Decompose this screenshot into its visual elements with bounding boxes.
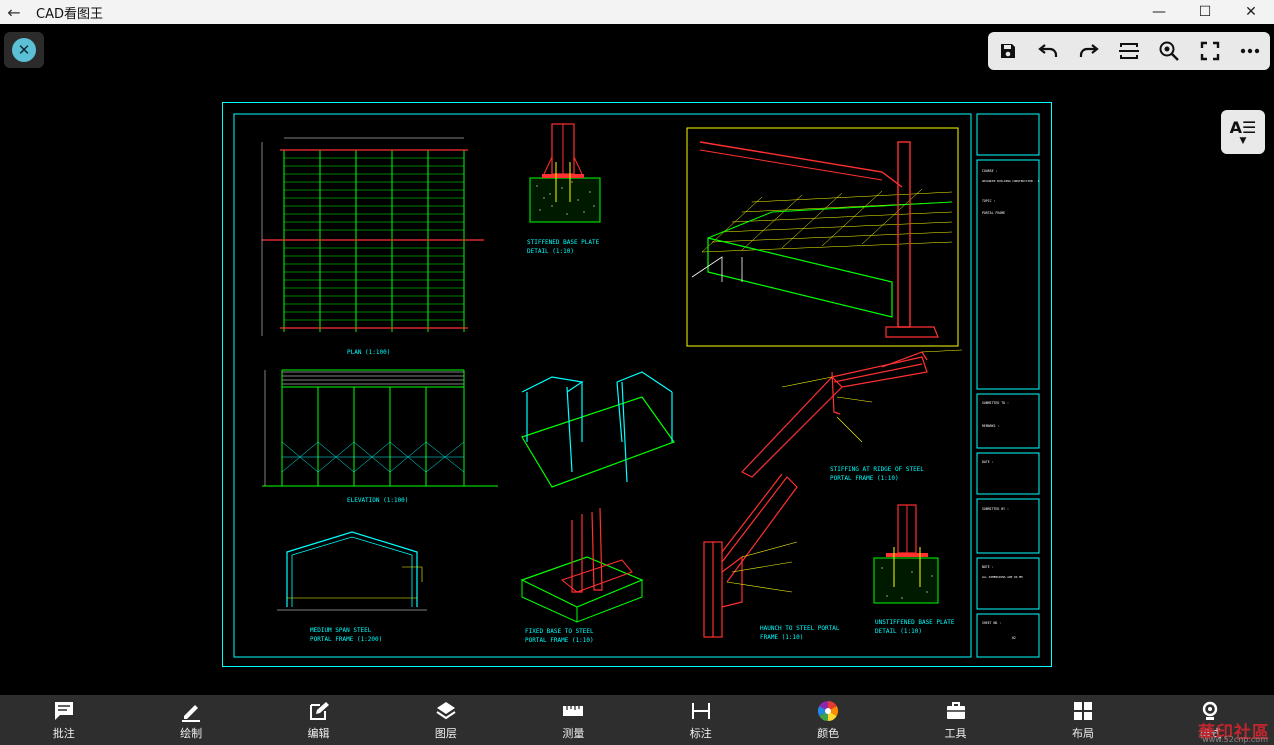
topic-value: PORTAL FRAME [982, 211, 1005, 215]
note-label: NOTE : [982, 565, 994, 569]
watermark: 華印社區 www.52cnp.com [1198, 718, 1270, 744]
ruler-icon [563, 705, 584, 716]
maximize-icon[interactable]: ☐ [1182, 0, 1228, 24]
draw-button[interactable]: 绘制 [127, 695, 254, 745]
stiffened-base-detail [529, 123, 601, 223]
back-arrow-icon[interactable]: ← [0, 3, 28, 22]
fullscreen-icon[interactable] [1195, 36, 1225, 66]
title-bar: ← CAD看图王 — ☐ ✕ [0, 0, 1274, 24]
topic-label: TOPIC : [982, 199, 996, 203]
save-icon[interactable] [993, 36, 1023, 66]
course-value: ADVANCED BUILDING CONSTRUCTION - I [982, 179, 1040, 183]
sheet-no-label: SHEET NO : [982, 621, 1001, 625]
measure-button[interactable]: 测量 [510, 695, 637, 745]
unstiffened-base-detail [873, 504, 939, 604]
sheet-no-value: 02 [1012, 636, 1016, 640]
dimension-button[interactable]: 标注 [637, 695, 764, 745]
edit-button[interactable]: 编辑 [255, 695, 382, 745]
layout-button[interactable]: 布局 [1019, 695, 1146, 745]
color-button[interactable]: 颜色 [764, 695, 891, 745]
annotate-button[interactable]: 批注 [0, 695, 127, 745]
plan-title: PLAN (1:100) [347, 349, 390, 356]
tools-label: 工具 [944, 726, 967, 740]
stiffened-base-title: STIFFENED BASE PLATE [527, 239, 600, 246]
layers-icon [436, 701, 456, 719]
measure-label: 测量 [562, 726, 585, 740]
color-label: 颜色 [817, 726, 840, 740]
note-value: ALL DIMENSIONS ARE IN MM [982, 575, 1023, 579]
watermark-url: www.52cnp.com [1202, 735, 1268, 744]
fit-width-icon[interactable] [1114, 36, 1144, 66]
ridge-detail [741, 351, 928, 478]
redo-icon[interactable] [1074, 36, 1104, 66]
dimension-icon [691, 702, 710, 719]
submitted-by-label: SUBMITTED BY : [982, 507, 1009, 511]
zoom-icon[interactable] [1154, 36, 1184, 66]
close-drawing-button[interactable]: ✕ [4, 32, 44, 68]
minimize-icon[interactable]: — [1136, 0, 1182, 24]
color-wheel-icon [818, 700, 839, 721]
haunch-title: HAUNCH TO STEEL PORTAL [760, 625, 840, 632]
frame-3d-view [521, 371, 675, 488]
elevation-title: ELEVATION (1:100) [347, 497, 408, 504]
chevron-down-icon: ▼ [1239, 136, 1247, 146]
ridge-title: STIFFING AT RIDGE OF STEEL [830, 466, 924, 473]
layers-button[interactable]: 图层 [382, 695, 509, 745]
tools-button[interactable]: 工具 [892, 695, 1019, 745]
stiffened-base-scale: DETAIL (1:10) [527, 248, 574, 255]
undo-icon[interactable] [1033, 36, 1063, 66]
cad-drawing[interactable]: COURSE : ADVANCED BUILDING CONSTRUCTION … [222, 102, 1052, 667]
draw-label: 绘制 [180, 726, 203, 740]
elevation-view [262, 369, 498, 487]
submitted-to-label: SUBMITTED TO : [982, 401, 1009, 405]
unstiffened-title: UNSTIFFENED BASE PLATE [875, 619, 955, 626]
layers-label: 图层 [434, 726, 457, 740]
fixed-base-scale: PORTAL FRAME (1:10) [525, 637, 594, 644]
top-toolbar [988, 32, 1270, 70]
date-label: DATE : [982, 460, 994, 464]
ridge-scale: PORTAL FRAME (1:10) [830, 475, 899, 482]
layout-label: 布局 [1071, 726, 1094, 740]
plan-view [261, 137, 484, 336]
layout-icon [1073, 701, 1092, 720]
edit-icon [309, 701, 329, 720]
more-icon[interactable] [1235, 36, 1265, 66]
annotate-label: 批注 [52, 726, 75, 740]
fixed-base-detail [520, 507, 644, 623]
midspan-scale: PORTAL FRAME (1:200) [310, 636, 382, 643]
pencil-icon [182, 704, 201, 722]
unstiffened-scale: DETAIL (1:10) [875, 628, 922, 635]
haunch-detail [703, 473, 798, 638]
edit-label: 编辑 [307, 726, 330, 740]
close-circle-icon: ✕ [12, 38, 36, 62]
isometric-view [686, 127, 959, 347]
remarks-label: REMARKS : [982, 424, 999, 428]
dimension-label: 标注 [689, 726, 712, 740]
course-label: COURSE : [982, 169, 997, 173]
midspan-frame-detail [277, 531, 427, 611]
fixed-base-title: FIXED BASE TO STEEL [525, 628, 594, 635]
toolbox-icon [946, 701, 965, 719]
close-icon[interactable]: ✕ [1228, 0, 1274, 24]
text-style-icon: A☰ [1229, 118, 1257, 137]
text-style-button[interactable]: A☰ ▼ [1221, 110, 1265, 154]
comment-icon [54, 701, 73, 720]
window-controls: — ☐ ✕ [1136, 0, 1274, 24]
bottom-toolbar: 批注 绘制 编辑 图层 测量 标注 颜色 工具 布局 样式 [0, 695, 1274, 745]
haunch-scale: FRAME (1:10) [760, 634, 803, 641]
midspan-title: MEDIUM SPAN STEEL [310, 627, 372, 634]
app-title: CAD看图王 [36, 6, 103, 22]
